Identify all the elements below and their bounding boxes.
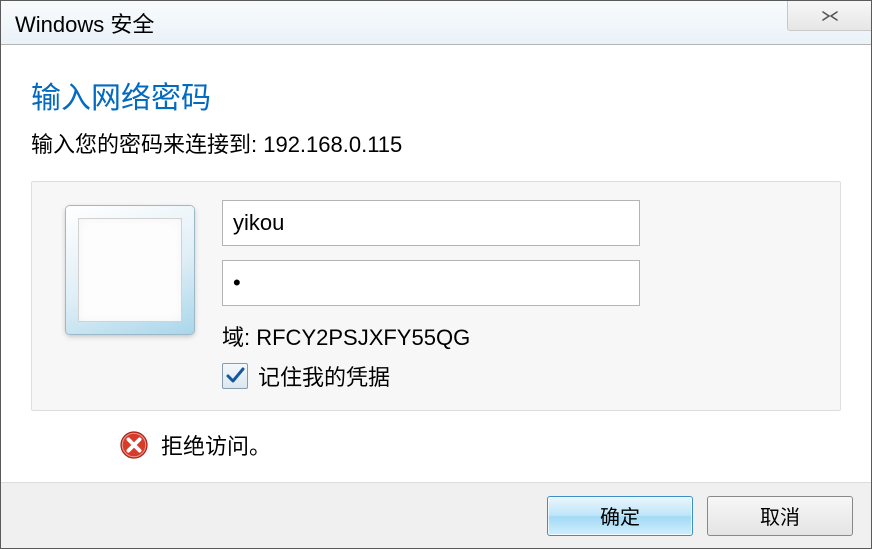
dialog-window: Windows 安全 输入网络密码 输入您的密码来连接到: 192.168.0.…	[0, 0, 872, 549]
password-input[interactable]	[222, 260, 640, 306]
dialog-heading: 输入网络密码	[31, 73, 841, 117]
credentials-panel: 域: RFCY2PSJXFY55QG 记住我的凭据	[31, 181, 841, 411]
cancel-button[interactable]: 取消	[707, 496, 853, 536]
username-input[interactable]	[222, 200, 640, 246]
button-bar: 确定 取消	[1, 482, 871, 548]
remember-label: 记住我的凭据	[258, 360, 390, 392]
remember-checkbox-row[interactable]: 记住我的凭据	[222, 360, 640, 392]
close-icon	[819, 10, 841, 22]
credentials-fields: 域: RFCY2PSJXFY55QG 记住我的凭据	[222, 200, 640, 392]
status-row: 拒绝访问。	[31, 429, 841, 461]
dialog-content: 输入网络密码 输入您的密码来连接到: 192.168.0.115 域: RFCY…	[1, 45, 871, 461]
remember-checkbox[interactable]	[222, 363, 248, 389]
user-avatar-frame	[66, 206, 194, 334]
domain-label: 域: RFCY2PSJXFY55QG	[222, 320, 640, 352]
status-message: 拒绝访问。	[161, 429, 271, 461]
user-avatar-icon	[78, 218, 182, 322]
titlebar: Windows 安全	[1, 1, 871, 45]
ok-button[interactable]: 确定	[547, 496, 693, 536]
titlebar-title: Windows 安全	[15, 7, 154, 39]
dialog-subheading: 输入您的密码来连接到: 192.168.0.115	[31, 127, 841, 159]
close-button[interactable]	[787, 1, 871, 31]
error-icon	[119, 430, 149, 460]
check-icon	[225, 366, 245, 386]
